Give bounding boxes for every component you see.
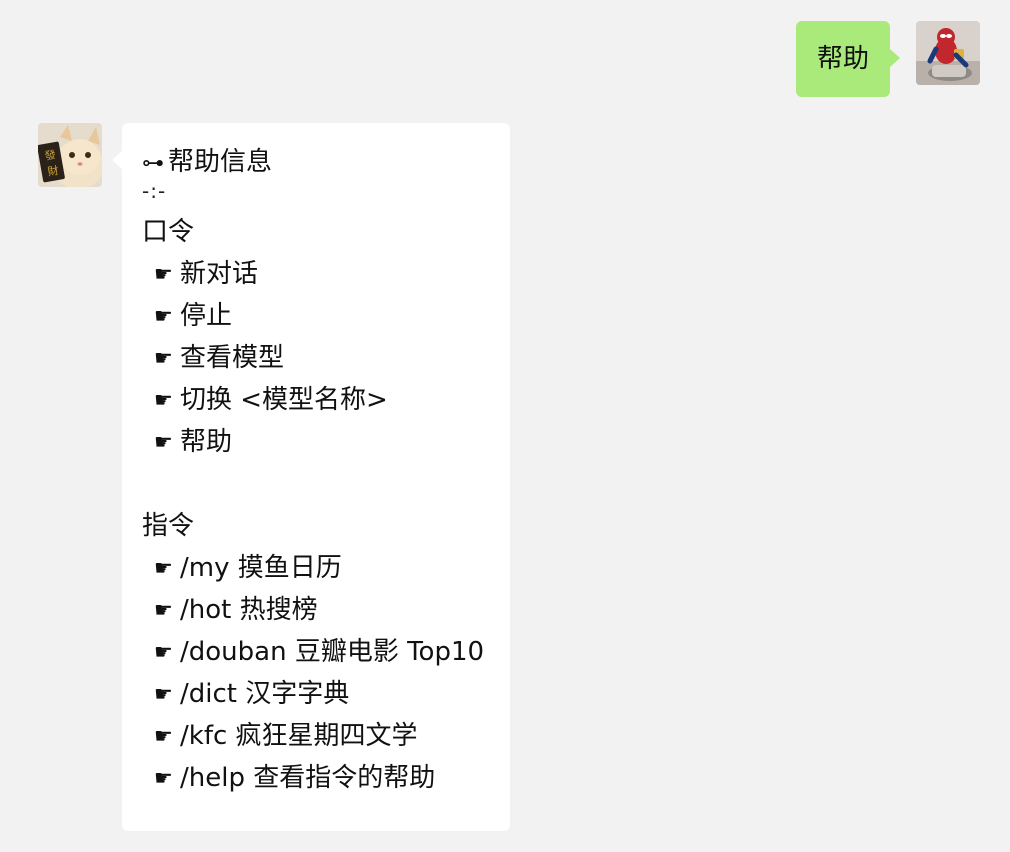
pointing-hand-icon: ☛ [154,724,173,748]
pointing-hand-icon: ☛ [154,598,173,622]
pointing-hand-icon: ☛ [154,304,173,328]
pointing-hand-icon: ☛ [154,556,173,580]
pointing-hand-icon: ☛ [154,640,173,664]
help-title-line: ⊶ 帮助信息 [142,141,510,183]
pointing-hand-icon: ☛ [154,766,173,790]
help-title: 帮助信息 [168,147,273,177]
password-item: ☛ 停止 [142,295,510,337]
command-item: ☛/hot 热搜榜 [142,589,510,631]
outgoing-message-bubble[interactable]: 帮助 [796,21,900,97]
password-item: ☛ 新对话 [142,253,510,295]
outgoing-message-text: 帮助 [816,44,869,74]
command-item: ☛/douban 豆瓣电影 Top10 [142,631,510,673]
cat-avatar-icon: 發 財 [38,123,102,187]
pointing-hand-icon: ☛ [154,388,173,412]
command-item: ☛/dict 汉字字典 [142,673,510,715]
incoming-message-bubble[interactable]: ⊶ 帮助信息 -:- 口令 ☛ 新对话 ☛ 停止 ☛ 查看模型 ☛ 切换 <模型名称> ☛… [112,123,510,831]
password-item: ☛ 帮助 [142,421,510,463]
command-heading: 指令 [142,511,195,541]
spiderman-avatar-icon [916,21,980,85]
chat-window: { "outgoing_message": { "text": "帮助" }, … [0,0,1010,852]
my-avatar[interactable] [916,21,980,85]
pointing-hand-icon: ☛ [154,262,173,286]
pointing-hand-icon: ☛ [154,682,173,706]
pointing-hand-icon: ☛ [154,430,173,454]
bot-avatar[interactable]: 發 財 [38,123,102,187]
password-item: ☛ 查看模型 [142,337,510,379]
password-item: ☛ 切换 <模型名称> [142,379,510,421]
separator: -:- [142,179,167,203]
pointing-hand-icon: ☛ [154,346,173,370]
command-item: ☛/my 摸鱼日历 [142,547,510,589]
command-item: ☛/help 查看指令的帮助 [142,757,510,799]
password-heading: 口令 [142,217,195,247]
command-item: ☛/kfc 疯狂星期四文学 [142,715,510,757]
